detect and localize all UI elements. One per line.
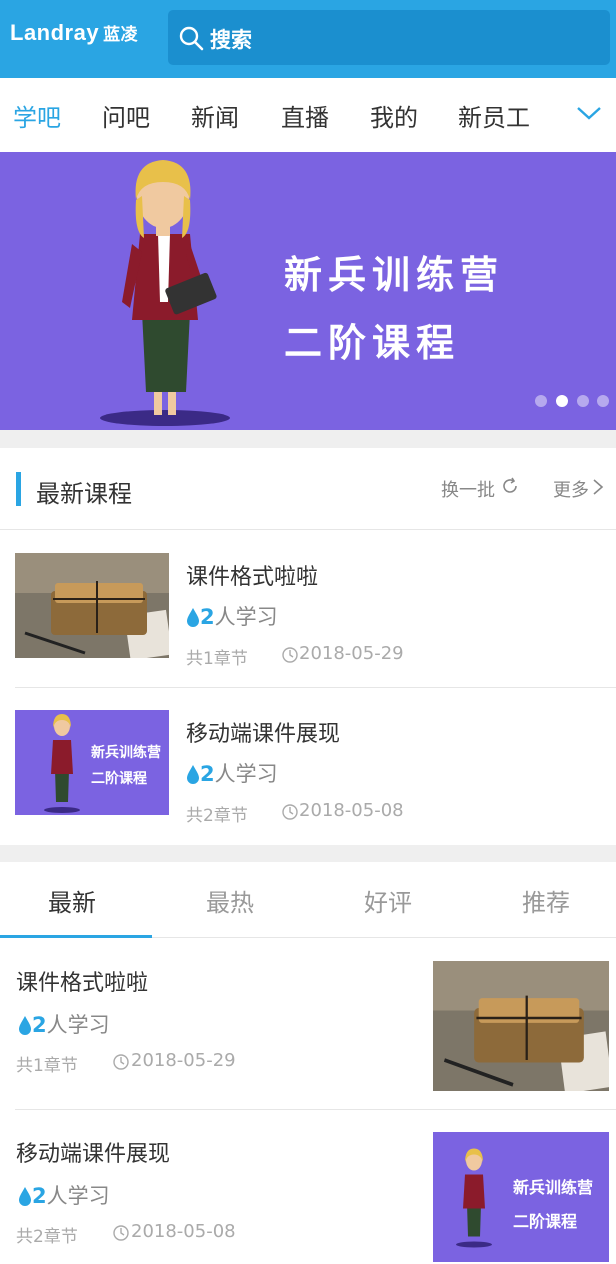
drop-icon (187, 608, 199, 627)
tab-xueba[interactable]: 学吧 (13, 98, 61, 133)
carousel-dot-active[interactable] (556, 395, 568, 407)
course-thumbnail (15, 553, 169, 658)
tab-mine[interactable]: 我的 (370, 98, 418, 133)
drop-icon (19, 1016, 31, 1035)
logo[interactable]: Landray 蓝凌 (10, 20, 138, 46)
tab-wenba[interactable]: 问吧 (102, 98, 150, 133)
learners-suffix: 人学习 (46, 1184, 110, 1208)
learners-count: 2 (200, 762, 215, 786)
tab-top-rated[interactable]: 好评 (364, 883, 412, 918)
tab-newest[interactable]: 最新 (48, 883, 96, 918)
tab-live[interactable]: 直播 (281, 98, 329, 133)
learners-suffix: 人学习 (214, 762, 278, 786)
section-gap (0, 430, 616, 448)
banner-title-line2: 二阶课程 (284, 321, 461, 365)
clock-icon (282, 647, 298, 663)
search-icon (179, 26, 204, 51)
course-title: 移动端课件展现 (186, 722, 341, 747)
learners-suffix: 人学习 (46, 1013, 110, 1037)
teacher-illustration (44, 714, 80, 813)
course-chapters: 共2章节 (186, 806, 248, 826)
course-thumbnail: 新兵训练营 二阶课程 (15, 710, 169, 815)
category-tabs: 学吧 问吧 新闻 直播 我的 新员工 (0, 78, 616, 152)
carousel-dots (535, 395, 615, 409)
course-card[interactable]: 课件格式啦啦 2人学习 共1章节 2018-05-29 (0, 531, 616, 688)
more-button[interactable]: 更多 (553, 476, 589, 502)
learners-suffix: 人学习 (214, 605, 278, 629)
clock-icon (113, 1054, 129, 1070)
course-title: 课件格式啦啦 (16, 971, 149, 996)
thumb-line1: 新兵训练营 (513, 1178, 594, 1197)
tab-hottest[interactable]: 最热 (206, 883, 254, 918)
teacher-illustration (456, 1148, 492, 1248)
sort-tabs: 最新 最热 好评 推荐 (0, 862, 616, 938)
course-thumbnail (433, 961, 609, 1091)
clock-icon (113, 1225, 129, 1241)
section-title: 最新课程 (36, 480, 132, 508)
list-item[interactable]: 移动端课件展现 2人学习 共2章节 2018-05-08 新兵训练营 二阶课程 (0, 1110, 616, 1264)
thumb-line2: 二阶课程 (513, 1212, 578, 1231)
carousel-dot[interactable] (597, 395, 609, 407)
thumb-line1: 新兵训练营 (91, 745, 161, 761)
refresh-button[interactable]: 换一批 (441, 476, 495, 502)
tab-recommended[interactable]: 推荐 (522, 883, 570, 918)
course-learners: 2人学习 (186, 601, 278, 631)
course-date: 2018-05-29 (131, 1050, 236, 1071)
course-chapters: 共1章节 (186, 649, 248, 669)
learners-count: 2 (32, 1013, 47, 1037)
logo-cn: 蓝凌 (103, 25, 139, 45)
course-date: 2018-05-08 (131, 1221, 236, 1242)
course-chapters: 共2章节 (16, 1227, 78, 1247)
tab-new-employee[interactable]: 新员工 (458, 98, 530, 133)
clock-icon (282, 804, 298, 820)
tab-news[interactable]: 新闻 (191, 98, 239, 133)
learners-count: 2 (32, 1184, 47, 1208)
chevron-down-icon[interactable] (576, 104, 602, 122)
latest-courses-header: 最新课程 换一批 更多 (0, 448, 616, 530)
logo-text: Landray (10, 20, 100, 45)
course-thumbnail: 新兵训练营 二阶课程 (433, 1132, 609, 1262)
chevron-right-icon[interactable] (592, 478, 604, 496)
drop-icon (187, 765, 199, 784)
hero-banner[interactable]: 新兵训练营 二阶课程 (0, 152, 616, 430)
drop-icon (19, 1187, 31, 1206)
search-placeholder: 搜索 (210, 28, 252, 52)
course-date: 2018-05-08 (299, 800, 404, 821)
course-learners: 2人学习 (18, 1180, 110, 1210)
refresh-icon[interactable] (500, 476, 520, 496)
package-photo-icon (15, 553, 169, 658)
course-date: 2018-05-29 (299, 643, 404, 664)
carousel-dot[interactable] (535, 395, 547, 407)
course-learners: 2人学习 (18, 1009, 110, 1039)
banner-title-line1: 新兵训练营 (284, 253, 505, 297)
course-title: 移动端课件展现 (16, 1142, 171, 1167)
course-learners: 2人学习 (186, 758, 278, 788)
active-tab-indicator (0, 935, 152, 938)
search-bar[interactable]: 搜索 (168, 10, 610, 65)
header: Landray 蓝凌 搜索 (0, 0, 616, 78)
list-item[interactable]: 课件格式啦啦 2人学习 共1章节 2018-05-29 (0, 939, 616, 1110)
course-card[interactable]: 新兵训练营 二阶课程 移动端课件展现 2人学习 共2章节 2018-05-08 (0, 688, 616, 845)
course-title: 课件格式啦啦 (186, 565, 319, 590)
learners-count: 2 (200, 605, 215, 629)
section-accent-bar (16, 472, 21, 506)
course-chapters: 共1章节 (16, 1056, 78, 1076)
section-gap (0, 845, 616, 862)
package-photo-icon (433, 961, 609, 1091)
carousel-dot[interactable] (577, 395, 589, 407)
thumb-line2: 二阶课程 (91, 771, 147, 787)
